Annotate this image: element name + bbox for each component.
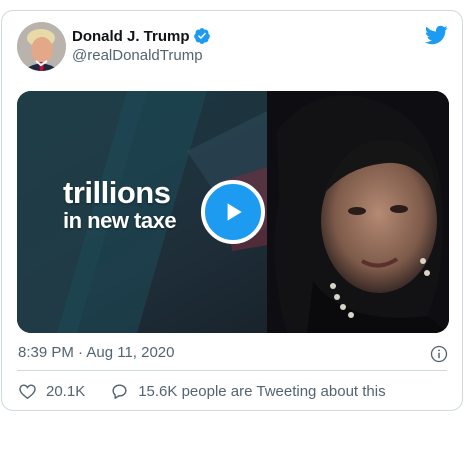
- heart-icon: [19, 384, 36, 400]
- info-icon[interactable]: [429, 344, 449, 364]
- like-count: 20.1K: [46, 383, 86, 400]
- play-button[interactable]: [201, 180, 265, 244]
- headline-line-2: in new taxe: [63, 208, 177, 233]
- verified-badge-icon: [193, 28, 210, 44]
- like-button[interactable]: 20.1K: [18, 382, 85, 401]
- speech-bubble-icon: [112, 384, 127, 399]
- tweet-timestamp[interactable]: 8:39 PM · Aug 11, 2020: [18, 344, 175, 361]
- author-display-name[interactable]: Donald J. Trump: [72, 28, 190, 45]
- video-player[interactable]: trillions in new taxe: [17, 91, 449, 333]
- retweet-activity-text: 15.6K people are Tweeting about this: [138, 383, 386, 400]
- divider: [17, 370, 447, 371]
- headline-line-1: trillions: [63, 175, 171, 210]
- tweet-actions: 20.1K 15.6K people are Tweeting about th…: [18, 382, 386, 401]
- play-icon: [227, 203, 242, 221]
- retweet-activity-link[interactable]: 15.6K people are Tweeting about this: [110, 382, 386, 401]
- video-headline-overlay: trillions in new taxe: [63, 175, 177, 233]
- avatar[interactable]: [17, 22, 66, 71]
- author-name-row[interactable]: Donald J. Trump: [72, 27, 211, 45]
- embedded-tweet-card[interactable]: Donald J. Trump @realDonaldTrump trillio…: [1, 10, 463, 411]
- twitter-bird-icon[interactable]: [424, 23, 448, 47]
- author-handle[interactable]: @realDonaldTrump: [72, 47, 203, 64]
